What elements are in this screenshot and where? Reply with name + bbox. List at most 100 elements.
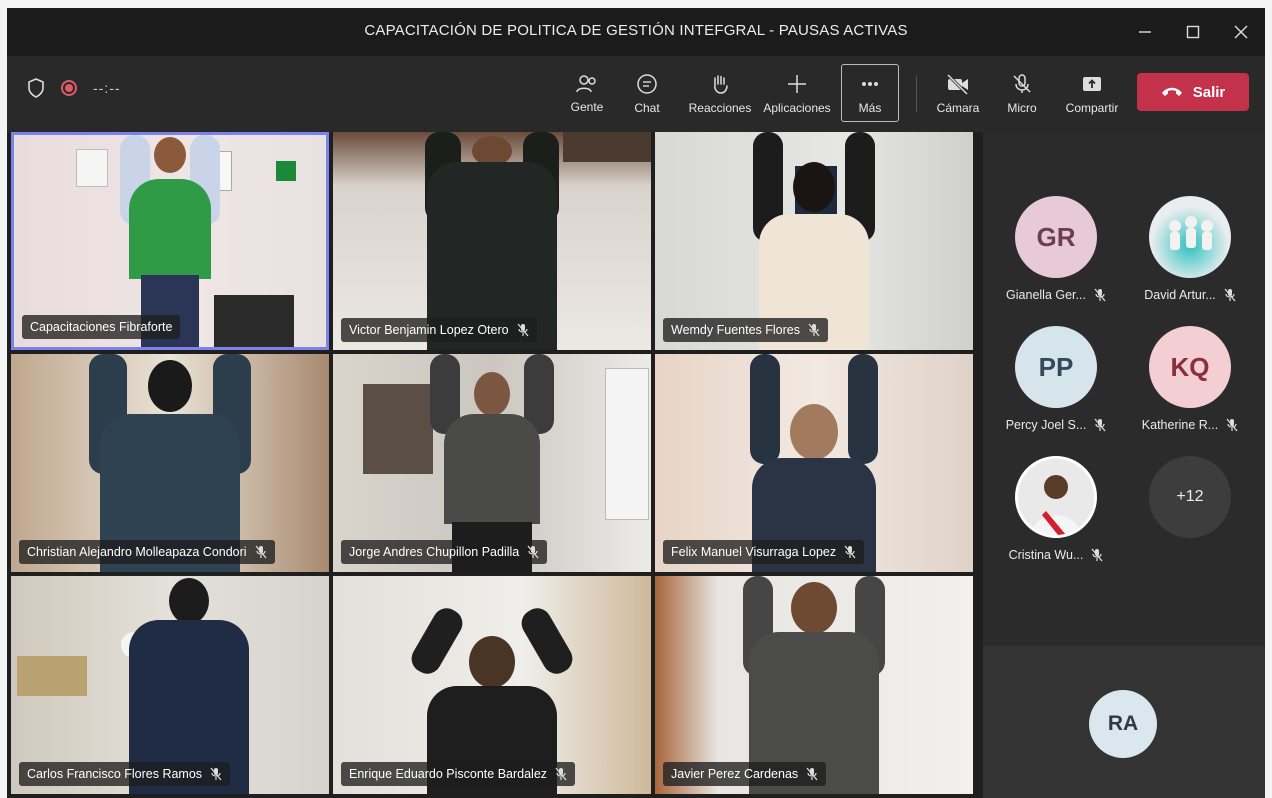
meeting-status: --:-- <box>27 78 121 98</box>
participant-name: Christian Alejandro Molleapaza Condori <box>27 545 247 559</box>
participant-name-chip: Capacitaciones Fibraforte <box>22 315 181 339</box>
participant-name: Katherine R... <box>1141 418 1219 432</box>
mic-off-icon <box>555 767 567 781</box>
participant-avatar-item[interactable]: PP Percy Joel S... <box>991 326 1121 432</box>
mic-off-icon <box>1091 548 1103 562</box>
more-participants-count[interactable]: +12 <box>1149 456 1231 538</box>
participant-avatar-item[interactable]: David Artur... <box>1125 196 1255 302</box>
raise-hand-icon <box>714 75 728 94</box>
mic-off-icon <box>517 323 529 337</box>
recording-icon <box>61 80 77 96</box>
mic-off-icon <box>255 545 267 559</box>
share-button[interactable]: Compartir <box>1057 56 1127 132</box>
window-controls <box>1121 8 1265 56</box>
mic-off-icon <box>210 767 222 781</box>
more-button[interactable]: Más <box>841 56 899 132</box>
mic-off-icon <box>1224 288 1236 302</box>
meeting-timer: --:-- <box>93 80 121 96</box>
avatar-label: Katherine R... <box>1125 418 1255 432</box>
mic-off-icon <box>527 545 539 559</box>
mic-off-icon <box>1226 418 1238 432</box>
mic-off-icon <box>1013 74 1031 93</box>
participant-name-chip: Wemdy Fuentes Flores <box>663 318 828 342</box>
mic-button[interactable]: Micro <box>997 56 1047 132</box>
participant-avatar-item[interactable]: Cristina Wu... <box>991 456 1121 562</box>
participant-name: Wemdy Fuentes Flores <box>671 323 800 337</box>
share-label: Compartir <box>1065 101 1119 115</box>
profile-photo <box>1018 459 1094 535</box>
hang-up-icon <box>1161 87 1182 96</box>
participant-name: David Artur... <box>1144 288 1216 302</box>
apps-label: Aplicaciones <box>763 101 831 115</box>
participant-name-chip: Felix Manuel Visurraga Lopez <box>663 540 865 564</box>
video-tile[interactable]: Enrique Eduardo Pisconte Bardalez <box>333 576 651 794</box>
teams-meeting-window: CAPACITACIÓN DE POLITICA DE GESTIÓN INTE… <box>7 8 1265 798</box>
mic-off-icon <box>806 767 818 781</box>
participant-name-chip: Javier Perez Cardenas <box>663 762 827 786</box>
participant-name: Enrique Eduardo Pisconte Bardalez <box>349 767 548 781</box>
participant-avatar-item[interactable]: KQ Katherine R... <box>1125 326 1255 432</box>
video-tile[interactable]: Christian Alejandro Molleapaza Condori <box>11 354 329 572</box>
participant-name: Felix Manuel Visurraga Lopez <box>671 545 837 559</box>
team-figures-image <box>1169 216 1213 250</box>
participant-name-chip: Jorge Andres Chupillon Padilla <box>341 540 548 564</box>
avatar: KQ <box>1149 326 1231 408</box>
avatar-label: David Artur... <box>1125 288 1255 302</box>
avatar-label: Percy Joel S... <box>991 418 1121 432</box>
chat-label: Chat <box>634 101 660 115</box>
minimize-icon <box>1139 31 1151 33</box>
video-tile[interactable]: Jorge Andres Chupillon Padilla <box>333 354 651 572</box>
apps-button[interactable]: Aplicaciones <box>757 56 837 132</box>
video-tile[interactable]: Capacitaciones Fibraforte <box>11 132 329 350</box>
video-tile[interactable]: Javier Perez Cardenas <box>655 576 973 794</box>
participant-name: Percy Joel S... <box>1005 418 1087 432</box>
mic-off-icon <box>808 323 820 337</box>
participant-avatar-item[interactable]: GR Gianella Ger... <box>991 196 1121 302</box>
more-icon <box>862 82 878 86</box>
avatar-label: Gianella Ger... <box>991 288 1121 302</box>
chat-button[interactable]: Chat <box>623 56 671 132</box>
more-participants-item[interactable]: +12 <box>1125 456 1255 538</box>
video-tile[interactable]: Victor Benjamin Lopez Otero <box>333 132 651 350</box>
minimize-button[interactable] <box>1121 8 1169 56</box>
leave-label: Salir <box>1192 83 1226 101</box>
participant-name: Capacitaciones Fibraforte <box>30 320 173 334</box>
chat-icon <box>637 74 657 94</box>
spotlight-tile[interactable]: RA <box>983 646 1265 798</box>
mic-label: Micro <box>1007 101 1037 115</box>
meeting-title: CAPACITACIÓN DE POLITICA DE GESTIÓN INTE… <box>364 22 908 39</box>
participant-name-chip: Enrique Eduardo Pisconte Bardalez <box>341 762 576 786</box>
share-icon <box>1083 77 1101 91</box>
camera-off-icon <box>946 73 969 95</box>
participant-name: Carlos Francisco Flores Ramos <box>27 767 203 781</box>
leave-button[interactable]: Salir <box>1137 73 1249 111</box>
toolbar-divider <box>916 76 917 112</box>
reactions-label: Reacciones <box>688 101 752 115</box>
people-label: Gente <box>570 100 604 114</box>
video-tile[interactable]: Carlos Francisco Flores Ramos <box>11 576 329 794</box>
close-icon <box>1234 25 1248 39</box>
video-tile[interactable]: Wemdy Fuentes Flores <box>655 132 973 350</box>
close-window-button[interactable] <box>1217 8 1265 56</box>
maximize-icon <box>1186 25 1200 39</box>
mic-off-icon <box>844 545 856 559</box>
participant-name: Javier Perez Cardenas <box>671 767 799 781</box>
mic-off-icon <box>1094 288 1106 302</box>
participant-name-chip: Christian Alejandro Molleapaza Condori <box>19 540 275 564</box>
maximize-button[interactable] <box>1169 8 1217 56</box>
camera-label: Cámara <box>936 101 980 115</box>
participant-name-chip: Carlos Francisco Flores Ramos <box>19 762 231 786</box>
reactions-button[interactable]: Reacciones <box>683 56 757 132</box>
avatar-label: Cristina Wu... <box>991 548 1121 562</box>
video-tile[interactable]: Felix Manuel Visurraga Lopez <box>655 354 973 572</box>
plus-icon <box>788 75 806 93</box>
participant-name-chip: Victor Benjamin Lopez Otero <box>341 318 537 342</box>
camera-button[interactable]: Cámara <box>931 56 985 132</box>
participant-name: Jorge Andres Chupillon Padilla <box>349 545 520 559</box>
more-label: Más <box>858 101 882 115</box>
avatar: PP <box>1015 326 1097 408</box>
people-icon <box>576 75 596 93</box>
people-button[interactable]: Gente <box>563 56 611 132</box>
avatar: RA <box>1089 690 1157 758</box>
avatar <box>1015 456 1097 538</box>
